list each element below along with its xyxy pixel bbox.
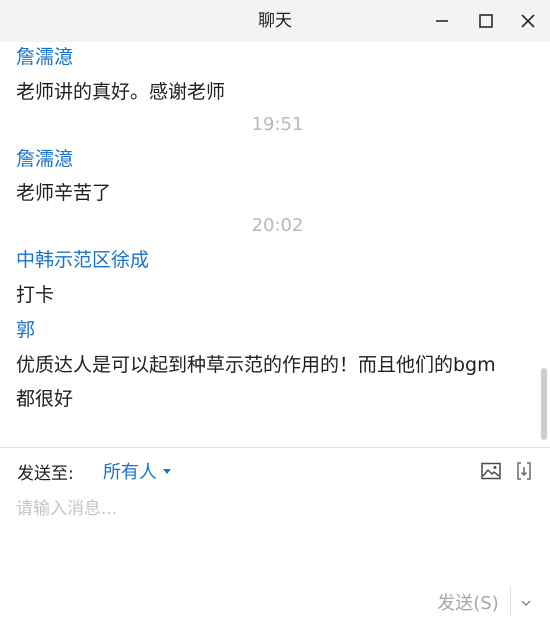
window-title: 聊天 — [258, 11, 292, 31]
minimize-icon — [436, 20, 448, 22]
message-text-line: 都很好 — [16, 388, 74, 410]
send-button[interactable]: 发送(S) — [430, 588, 506, 616]
send-separator — [510, 586, 511, 616]
message-text: 老师辛苦了 — [16, 182, 112, 204]
screenshot-icon — [517, 462, 531, 480]
message-timestamp: 20:02 — [251, 215, 304, 236]
message-timestamp: 19:51 — [251, 114, 304, 135]
image-button[interactable] — [480, 460, 502, 482]
close-button[interactable] — [514, 7, 542, 35]
image-icon — [481, 462, 501, 480]
title-bar: 聊天 — [0, 0, 550, 42]
message-input[interactable] — [16, 494, 536, 574]
message-sender[interactable]: 中韩示范区徐成 — [16, 245, 149, 272]
caret-down-icon — [163, 468, 171, 474]
recipient-dropdown[interactable]: 所有人 — [103, 458, 171, 484]
minimize-button[interactable] — [428, 7, 456, 35]
message-list[interactable]: 詹濡澺 老师讲的真好。感谢老师 19:51 詹濡澺 老师辛苦了 20:02 中韩… — [0, 42, 540, 447]
compose-toolbar: 发送至: 所有人 — [0, 448, 550, 494]
message-sender[interactable]: 郭 — [16, 315, 35, 342]
recipient-value: 所有人 — [103, 462, 157, 483]
message-text: 打卡 — [16, 284, 55, 306]
send-to-label: 发送至: — [17, 464, 74, 484]
close-icon — [521, 14, 535, 28]
chat-window: 聊天 詹濡澺 老师讲的真好。感谢老师 19:51 詹濡澺 老师辛苦了 20:02… — [0, 0, 550, 617]
message-text: 老师讲的真好。感谢老师 — [16, 81, 226, 103]
message-text-line: 优质达人是可以起到种草示范的作用的！而且他们的bgm — [16, 354, 496, 376]
screenshot-button[interactable] — [513, 460, 535, 482]
message-sender[interactable]: 詹濡澺 — [16, 42, 73, 69]
scrollbar-thumb[interactable] — [541, 368, 547, 440]
maximize-icon — [479, 14, 493, 28]
chevron-down-icon — [521, 600, 531, 607]
maximize-button[interactable] — [472, 7, 500, 35]
message-sender[interactable]: 詹濡澺 — [16, 144, 73, 171]
send-options-button[interactable] — [515, 592, 537, 614]
